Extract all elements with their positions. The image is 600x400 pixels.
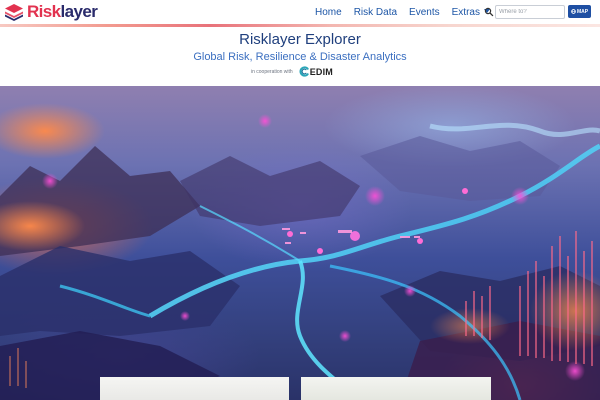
page-header: Risklayer Explorer Global Risk, Resilien…	[0, 27, 600, 86]
top-navbar: Risklayer Home Risk Data Events Extras M…	[0, 0, 600, 24]
terrain-illustration	[0, 103, 600, 400]
nav-item-risk-data[interactable]: Risk Data	[354, 7, 397, 18]
cooperation-line: in cooperation with EDIM	[251, 66, 333, 77]
map-button-label: MAP	[576, 8, 589, 15]
cedim-logo[interactable]: EDIM	[299, 66, 333, 77]
feature-card-2[interactable]	[301, 377, 491, 400]
cooperation-text: in cooperation with	[251, 68, 293, 75]
layers-logo-icon	[5, 4, 23, 21]
brand-name: Risklayer	[27, 2, 98, 21]
risklayer-logo[interactable]: Risklayer	[4, 2, 98, 21]
cedim-c-icon	[299, 66, 309, 77]
nav-item-extras-label: Extras	[451, 6, 480, 18]
search-icon[interactable]	[484, 7, 494, 17]
globe-icon	[571, 9, 576, 14]
hero-image	[0, 86, 600, 400]
cedim-text: EDIM	[309, 66, 334, 77]
page-subtitle: Global Risk, Resilience & Disaster Analy…	[193, 51, 407, 63]
search-input[interactable]	[495, 5, 565, 19]
nav-item-events[interactable]: Events	[409, 7, 440, 18]
page-title: Risklayer Explorer	[239, 31, 361, 48]
nav-item-home[interactable]: Home	[315, 7, 342, 18]
feature-card-1[interactable]	[100, 377, 289, 400]
map-button[interactable]: MAP	[568, 5, 591, 18]
nav-menu: Home Risk Data Events Extras	[315, 0, 502, 24]
